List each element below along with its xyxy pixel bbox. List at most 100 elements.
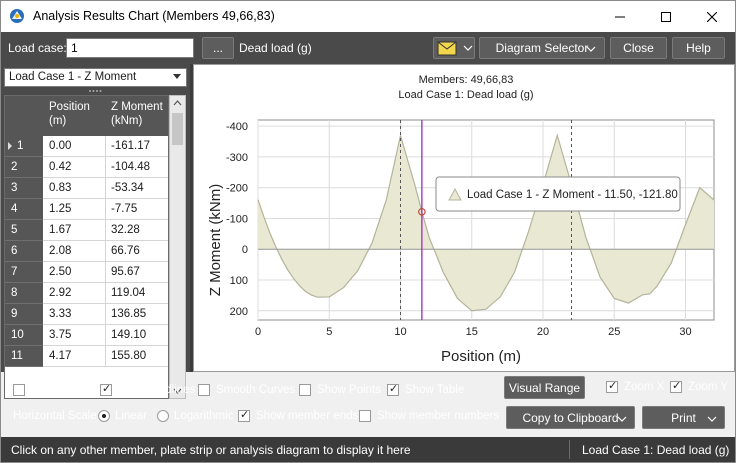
analysis-results-window: Analysis Results Chart (Members 49,66,83… (0, 0, 736, 463)
column-divider (105, 304, 106, 325)
show-labels-checkbox[interactable]: Show Labels (13, 384, 97, 396)
cell-z-moment: 32.28 (111, 224, 140, 236)
cell-z-moment: 136.85 (111, 308, 147, 320)
column-divider (105, 157, 106, 178)
show-member-numbers-label: Show member numbers (377, 410, 500, 422)
smooth-curves-checkbox[interactable]: Smooth Curves (198, 384, 295, 396)
grip-icon[interactable] (88, 89, 102, 93)
cell-position: 0.00 (49, 140, 72, 152)
maximize-button[interactable] (643, 1, 689, 32)
x-tick-label: 10 (394, 326, 406, 338)
chevron-down-icon (463, 45, 473, 51)
y-tick-label: 0 (242, 244, 248, 256)
row-number: 3 (5, 178, 43, 199)
envelope-icon (437, 41, 457, 55)
cell-z-moment: 66.76 (111, 245, 140, 257)
cell-position: 2.50 (49, 266, 72, 278)
y-tick-label: -100 (226, 213, 248, 225)
show-points-checkbox[interactable]: Show Points (299, 384, 381, 396)
linear-label: Linear (115, 410, 147, 422)
chart-pane: Members: 49,66,83 Load Case 1: Dead load… (193, 64, 735, 372)
show-gridlines-checkbox[interactable]: Show Gridlines (100, 382, 196, 396)
dropdown-arrow-icon (173, 74, 181, 79)
column-divider (105, 241, 106, 262)
table-row[interactable]: 11 4.17 155.80 (5, 346, 168, 367)
zoom-y-checkbox[interactable]: Zoom Y (670, 379, 728, 393)
cell-position: 0.83 (49, 182, 72, 194)
table-row[interactable]: 3 0.83 -53.34 (5, 178, 168, 199)
table-row[interactable]: 5 1.67 32.28 (5, 220, 168, 241)
diagram-dropdown[interactable]: Load Case 1 - Z Moment (4, 68, 187, 87)
linear-radio[interactable]: Linear (98, 410, 147, 422)
table-row[interactable]: 8 2.92 119.04 (5, 283, 168, 304)
logarithmic-label: Logarithmic (174, 410, 234, 422)
print-button[interactable]: Print (642, 406, 725, 429)
visual-range-button[interactable]: Visual Range (504, 376, 585, 399)
column-divider (105, 136, 106, 157)
show-member-ends-checkbox[interactable]: Show member ends (238, 408, 358, 422)
table-header: Position (m) Z Moment (kNm) (5, 96, 168, 136)
browse-load-case-button[interactable]: ... (202, 37, 234, 59)
row-number: 7 (5, 262, 43, 283)
checkbox-box (606, 379, 618, 393)
scrollbar-thumb[interactable] (172, 113, 183, 145)
chevron-down-icon (617, 416, 627, 422)
checkbox-box (238, 408, 250, 422)
table-row[interactable]: 4 1.25 -7.75 (5, 199, 168, 220)
chart-subtitle: Load Case 1: Dead load (g) (398, 89, 533, 101)
chevron-down-icon (707, 416, 717, 422)
checkbox-box (299, 384, 311, 396)
toolbar: Load case: ... Dead load (g) Diagram Sel… (1, 32, 735, 64)
table-scrollbar[interactable] (169, 95, 186, 399)
email-button[interactable] (433, 37, 475, 59)
status-load-case: Load Case 1: Dead load (g) (582, 443, 730, 457)
horizontal-scale-label: Horizontal Scale: (13, 410, 100, 422)
table-row[interactable]: 9 3.33 136.85 (5, 304, 168, 325)
cell-position: 2.92 (49, 287, 72, 299)
logarithmic-radio[interactable]: Logarithmic (157, 410, 233, 422)
column-header-position-label: Position (49, 101, 90, 113)
moment-chart[interactable]: Members: 49,66,83 Load Case 1: Dead load… (194, 65, 734, 371)
radio-dot (157, 410, 169, 422)
window-title: Analysis Results Chart (Members 49,66,83… (33, 9, 275, 23)
row-number: 10 (5, 325, 43, 346)
load-case-input[interactable] (66, 38, 194, 58)
x-tick-label: 5 (326, 326, 332, 338)
show-gridlines-label: Show Gridlines (118, 384, 196, 396)
table-row[interactable]: 10 3.75 149.10 (5, 325, 168, 346)
y-tick-label: -300 (226, 152, 248, 164)
scroll-up-icon[interactable] (170, 96, 185, 110)
show-table-checkbox[interactable]: Show Table (387, 382, 464, 396)
plot-area: -400 -300 -200 -100 0 100 200 0 5 10 15 20 25 30 Load … (226, 119, 715, 338)
column-divider (105, 262, 106, 283)
column-header-z-moment[interactable]: Z Moment (kNm) (111, 100, 163, 128)
copy-to-clipboard-button[interactable]: Copy to Clipboard (506, 406, 635, 429)
zoom-x-checkbox[interactable]: Zoom X (606, 379, 664, 393)
column-divider (105, 178, 106, 199)
chevron-down-icon (586, 46, 596, 52)
horizontal-scale-text: Horizontal Scale: (13, 410, 100, 422)
table-row[interactable]: 6 2.08 66.76 (5, 241, 168, 262)
cell-position: 3.33 (49, 308, 72, 320)
diagram-selector-button[interactable]: Diagram Selector (479, 37, 605, 59)
close-window-button[interactable] (689, 1, 735, 32)
minimize-button[interactable] (597, 1, 643, 32)
row-number: 11 (5, 346, 43, 367)
table-row[interactable]: 7 2.50 95.67 (5, 262, 168, 283)
show-member-numbers-checkbox[interactable]: Show member numbers (359, 410, 499, 422)
table-row[interactable]: 2 0.42 -104.48 (5, 157, 168, 178)
checkbox-box (387, 382, 399, 396)
table-row[interactable]: 1 0.00 -161.17 (5, 136, 168, 157)
cell-position: 1.25 (49, 203, 72, 215)
row-number: 6 (5, 241, 43, 262)
column-header-position[interactable]: Position (m) (49, 100, 90, 128)
close-button[interactable]: Close (610, 37, 667, 59)
help-button[interactable]: Help (672, 37, 725, 59)
cell-z-moment: 119.04 (111, 287, 146, 299)
chart-title: Members: 49,66,83 (419, 74, 514, 86)
y-tick-label: -400 (226, 121, 248, 133)
load-case-name: Dead load (g) (239, 41, 312, 55)
checkbox-box (198, 384, 210, 396)
results-table-pane: Load Case 1 - Z Moment Position (m) Z Mo… (1, 64, 190, 399)
row-number: 4 (5, 199, 43, 220)
